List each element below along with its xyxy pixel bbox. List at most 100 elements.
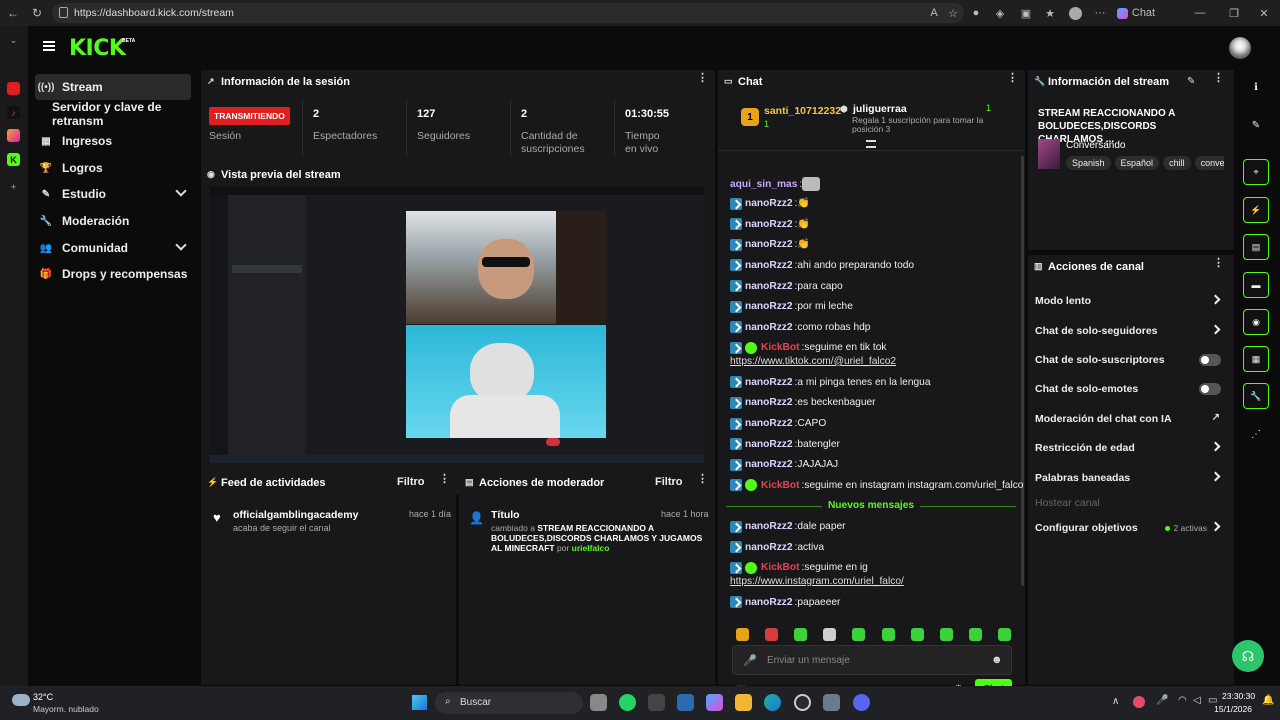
sidebar-item-moderacion[interactable]: 🔧 Moderación <box>35 208 191 234</box>
chat-username[interactable]: nanoRzz2 <box>745 198 793 209</box>
category-thumbnail[interactable] <box>1038 139 1060 169</box>
info-icon[interactable]: ℹ <box>1243 74 1269 100</box>
chat-username[interactable]: nanoRzz2 <box>745 219 793 230</box>
chat-username[interactable]: nanoRzz2 <box>745 459 793 470</box>
tag[interactable]: Spanish <box>1066 156 1111 170</box>
profile-icon[interactable] <box>1066 0 1084 26</box>
chat-username[interactable]: nanoRzz2 <box>745 521 793 532</box>
camera-focus-icon[interactable]: ⌖ <box>1243 159 1269 185</box>
chat-username[interactable]: nanoRzz2 <box>745 397 793 408</box>
chat-username[interactable]: nanoRzz2 <box>745 377 793 388</box>
emote-icon[interactable] <box>997 628 1011 641</box>
more-options-icon[interactable] <box>1213 76 1217 80</box>
emotes-only-toggle[interactable] <box>1199 383 1221 395</box>
tag[interactable]: conve <box>1194 156 1224 170</box>
emoji-icon[interactable]: ☻ <box>991 654 1003 666</box>
layout-icon[interactable]: ▦ <box>1243 346 1269 372</box>
maximize-icon[interactable]: ❐ <box>1224 0 1244 26</box>
clock-time[interactable]: 23:30:30 <box>1222 691 1255 701</box>
puzzle-icon[interactable]: ◈ <box>992 0 1008 26</box>
lightning-icon[interactable]: ⚡ <box>1243 197 1269 223</box>
collapse-icon[interactable]: ⌄ <box>7 34 20 47</box>
chat-username[interactable]: nanoRzz2 <box>745 322 793 333</box>
extension-icon[interactable]: ● <box>968 0 984 26</box>
emote-icon[interactable] <box>852 628 866 641</box>
split-screen-icon[interactable]: ▣ <box>1018 0 1034 26</box>
action-slow-mode[interactable]: Modo lento <box>1035 291 1223 311</box>
taskbar-search[interactable]: ⌕ Buscar <box>435 692 583 714</box>
kick-icon[interactable]: K <box>7 153 20 166</box>
menu-icon[interactable] <box>43 41 55 51</box>
more-options-icon[interactable] <box>1007 76 1011 80</box>
settings-icon[interactable] <box>823 694 840 711</box>
microphone-icon[interactable]: 🎤 <box>1156 695 1168 706</box>
mod-action-user[interactable]: urielfalco <box>572 543 610 553</box>
minimize-icon[interactable]: — <box>1190 0 1210 26</box>
notes-icon[interactable]: ▤ <box>1243 234 1269 260</box>
avatar[interactable] <box>1229 37 1251 59</box>
edit-pencil-icon[interactable]: ✎ <box>1187 76 1195 87</box>
category-name[interactable]: Conversando <box>1066 140 1125 151</box>
wifi-icon[interactable]: ◠ <box>1178 695 1187 706</box>
expand-icon[interactable] <box>866 140 876 148</box>
tray-app-icon[interactable] <box>1133 696 1145 708</box>
clock-date[interactable]: 15/1/2026 <box>1214 704 1252 714</box>
action-ai-moderation[interactable]: Moderación del chat con IA ↗ <box>1035 409 1223 429</box>
refresh-icon[interactable]: ↻ <box>24 0 50 26</box>
chat-username[interactable]: nanoRzz2 <box>745 439 793 450</box>
emote-icon[interactable] <box>765 628 779 641</box>
activity-user[interactable]: officialgamblingacademy <box>233 509 358 521</box>
obs-icon[interactable] <box>794 694 811 711</box>
windows-start-icon[interactable] <box>412 695 427 710</box>
gift-user[interactable]: juliguerraa <box>853 103 907 115</box>
favorites-icon[interactable]: ★ <box>1042 0 1058 26</box>
chat-username[interactable]: nanoRzz2 <box>745 597 793 608</box>
address-bar[interactable]: https://dashboard.kick.com/stream <box>52 3 964 23</box>
file-explorer-icon[interactable] <box>735 694 752 711</box>
tiktok-icon[interactable]: ♪ <box>7 106 20 119</box>
copilot-button[interactable]: Chat <box>1116 0 1156 26</box>
kick-logo[interactable]: KICK <box>69 36 126 61</box>
sidebar-item-stream[interactable]: ((•)) Stream <box>35 74 191 100</box>
chat-scrollbar[interactable] <box>1021 156 1024 586</box>
chat-username[interactable]: nanoRzz2 <box>745 239 793 250</box>
task-view-icon[interactable] <box>590 694 607 711</box>
favorite-star-icon[interactable]: ☆ <box>944 0 962 26</box>
tray-chevron-icon[interactable]: ∧ <box>1112 696 1119 707</box>
back-icon[interactable]: ← <box>0 0 26 26</box>
emote-icon[interactable] <box>736 628 749 641</box>
youtube-icon[interactable] <box>7 82 20 95</box>
leader-name[interactable]: santi_10712232 <box>764 105 841 117</box>
chat-bubble-icon[interactable]: ▬ <box>1243 272 1269 298</box>
edit-icon[interactable]: ✎ <box>1243 112 1269 138</box>
copilot-icon[interactable] <box>706 694 723 711</box>
more-icon[interactable]: ··· <box>1092 0 1108 26</box>
emote-icon[interactable] <box>968 628 982 641</box>
read-aloud-icon[interactable]: A <box>924 0 944 26</box>
nodes-icon[interactable]: ⋰ <box>1243 421 1269 447</box>
volume-icon[interactable]: ◁ <box>1193 695 1201 706</box>
sidebar-item-ingresos[interactable]: ▦ Ingresos <box>35 128 191 154</box>
sidebar-item-estudio[interactable]: ✎ Estudio <box>35 181 191 207</box>
chat-username[interactable]: nanoRzz2 <box>745 301 793 312</box>
store-icon[interactable] <box>677 694 694 711</box>
weather-temp[interactable]: 32°C <box>33 692 53 702</box>
chat-link[interactable]: https://www.instagram.com/uriel_falco/ <box>730 576 904 587</box>
action-banned-words[interactable]: Palabras baneadas <box>1035 468 1223 488</box>
chat-username[interactable]: KickBot <box>761 480 800 491</box>
chat-input[interactable]: 🎤 Enviar un mensaje ☻ <box>732 645 1012 675</box>
sidebar-item-server-key[interactable]: Servidor y clave de retransm <box>35 100 205 128</box>
chat-username[interactable]: nanoRzz2 <box>745 281 793 292</box>
close-icon[interactable]: ✕ <box>1254 0 1274 26</box>
chat-username[interactable]: nanoRzz2 <box>745 260 793 271</box>
emote-icon[interactable] <box>881 628 895 641</box>
action-goals[interactable]: Configurar objetivos 2 activas <box>1035 518 1223 538</box>
emote-icon[interactable] <box>939 628 953 641</box>
stream-preview-video[interactable] <box>210 187 704 463</box>
chat-username[interactable]: KickBot <box>761 562 800 573</box>
action-age-restriction[interactable]: Restricción de edad <box>1035 438 1223 458</box>
add-site-icon[interactable]: + <box>7 180 20 193</box>
emote-icon[interactable] <box>794 628 808 641</box>
emote-icon[interactable] <box>910 628 924 641</box>
chat-username[interactable]: aqui_sin_mas <box>730 179 797 190</box>
